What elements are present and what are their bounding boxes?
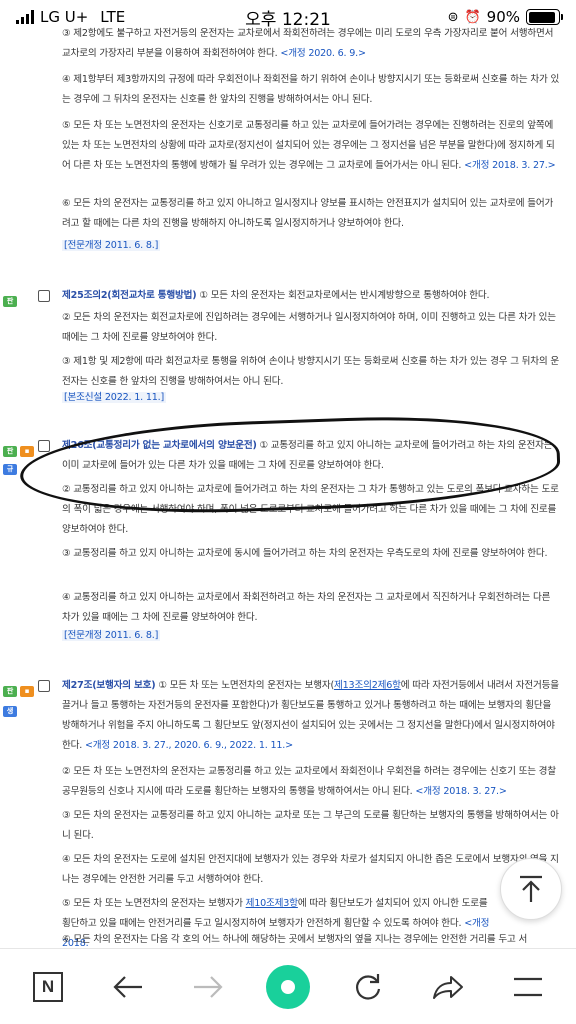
amendment-note[interactable]: <개정 2018. 3. 27.> xyxy=(464,160,556,171)
reload-button[interactable] xyxy=(338,957,398,1017)
interpretation-badge[interactable]: ▪ xyxy=(20,446,34,457)
scroll-to-top-button[interactable] xyxy=(500,858,562,920)
menu-button[interactable] xyxy=(498,957,558,1017)
article-title[interactable]: 제25조의2(회전교차로 통행방법) xyxy=(62,290,197,301)
paragraph-27-6: ⑥ 모든 차의 운전자는 다음 각 호의 어느 하나에 해당하는 곳에서 보행자… xyxy=(62,934,528,945)
forward-button[interactable] xyxy=(178,957,238,1017)
cross-reference-link[interactable]: 제10조제3항 xyxy=(246,898,298,909)
article-title[interactable]: 제26조(교통정리가 없는 교차로에서의 양보운전) xyxy=(62,440,257,451)
arrow-left-icon xyxy=(113,975,142,998)
paragraph-26-2: ② 교통정리를 하고 있지 아니하는 교차로에 들어가려고 하는 차의 운전자는… xyxy=(62,484,559,535)
hamburger-menu-icon xyxy=(514,977,542,996)
amendment-note[interactable]: <개정 2020. 6. 9.> xyxy=(280,48,366,59)
precedent-badge[interactable]: 판 xyxy=(3,446,17,457)
article-checkbox[interactable] xyxy=(38,680,50,692)
share-button[interactable] xyxy=(418,957,478,1017)
green-dot-button[interactable] xyxy=(258,957,318,1017)
paragraph-25-5: ⑤ 모든 차 또는 노면전차의 운전자는 신호기로 교통정리를 하고 있는 교차… xyxy=(62,120,556,171)
paragraph-27-3: ③ 모든 차의 운전자는 교통정리를 하고 있지 아니하는 교차로 또는 그 부… xyxy=(62,810,559,841)
cross-reference-link[interactable]: 제13조의2제6항 xyxy=(334,680,401,691)
article-checkbox[interactable] xyxy=(38,440,50,452)
law-content[interactable]: ③ 제2항에도 불구하고 자전거등의 운전자는 교차로에서 좌회전하려는 경우에… xyxy=(0,18,576,948)
life-law-badge[interactable]: 생 xyxy=(3,706,17,717)
paragraph-26-3: ③ 교통정리를 하고 있지 아니하는 교차로에 동시에 들어가려고 하는 차의 … xyxy=(62,548,548,559)
green-dot-icon xyxy=(266,964,310,1009)
amendment-note[interactable]: <개정 2018. 3. 27.> xyxy=(415,786,507,797)
article-26: 제26조(교통정리가 없는 교차로에서의 양보운전) ① 교통정리를 하고 있지… xyxy=(62,440,553,471)
paragraph-26-4: ④ 교통정리를 하고 있지 아니하는 교차로에서 좌회전하려고 하는 차의 운전… xyxy=(62,592,551,623)
paragraph-25-3: ③ 제2항에도 불구하고 자전거등의 운전자는 교차로에서 좌회전하려는 경우에… xyxy=(62,28,554,59)
article-title[interactable]: 제27조(보행자의 보호) xyxy=(62,680,156,691)
amendment-note[interactable]: <개정 2018. 3. 27., 2020. 6. 9., 2022. 1. … xyxy=(85,740,293,751)
article-27: 제27조(보행자의 보호) ① 모든 차 또는 노면전차의 운전자는 보행자(제… xyxy=(62,680,559,751)
paragraph-25-4: ④ 제1항부터 제3항까지의 규정에 따라 우회전이나 좌회전을 하기 위하여 … xyxy=(62,74,560,105)
history-note: [전문개정 2011. 6. 8.] xyxy=(62,630,161,641)
naver-n-icon: N xyxy=(33,971,63,1002)
browser-toolbar: N xyxy=(0,948,576,1024)
paragraph-27-2: ② 모든 차 또는 노면전차의 운전자는 교통정리를 하고 있는 교차로에서 좌… xyxy=(62,766,556,797)
back-button[interactable] xyxy=(98,957,158,1017)
history-note: [본조신설 2022. 1. 11.] xyxy=(62,392,167,403)
article-25-2: 제25조의2(회전교차로 통행방법) ① 모든 차의 운전자는 회전교차로에서는… xyxy=(62,290,490,301)
naver-home-button[interactable]: N xyxy=(18,957,78,1017)
reload-icon xyxy=(356,973,381,1000)
precedent-badge[interactable]: 판 xyxy=(3,296,17,307)
share-icon xyxy=(433,975,463,999)
history-note: [전문개정 2011. 6. 8.] xyxy=(62,240,161,251)
regulation-badge[interactable]: 규 xyxy=(3,464,17,475)
paragraph-25-2-2: ② 모든 차의 운전자는 회전교차로에 진입하려는 경우에는 서행하거나 일시정… xyxy=(62,312,556,343)
precedent-badge[interactable]: 판 xyxy=(3,686,17,697)
arrow-up-icon xyxy=(520,875,542,902)
interpretation-badge[interactable]: ▪ xyxy=(20,686,34,697)
article-checkbox[interactable] xyxy=(38,290,50,302)
paragraph-27-4: ④ 모든 차의 운전자는 도로에 설치된 안전지대에 보행자가 있는 경우와 차… xyxy=(62,854,559,885)
arrow-right-icon xyxy=(194,975,223,998)
paragraph-25-6: ⑥ 모든 차의 운전자는 교통정리를 하고 있지 아니하고 일시정지나 양보를 … xyxy=(62,198,554,229)
